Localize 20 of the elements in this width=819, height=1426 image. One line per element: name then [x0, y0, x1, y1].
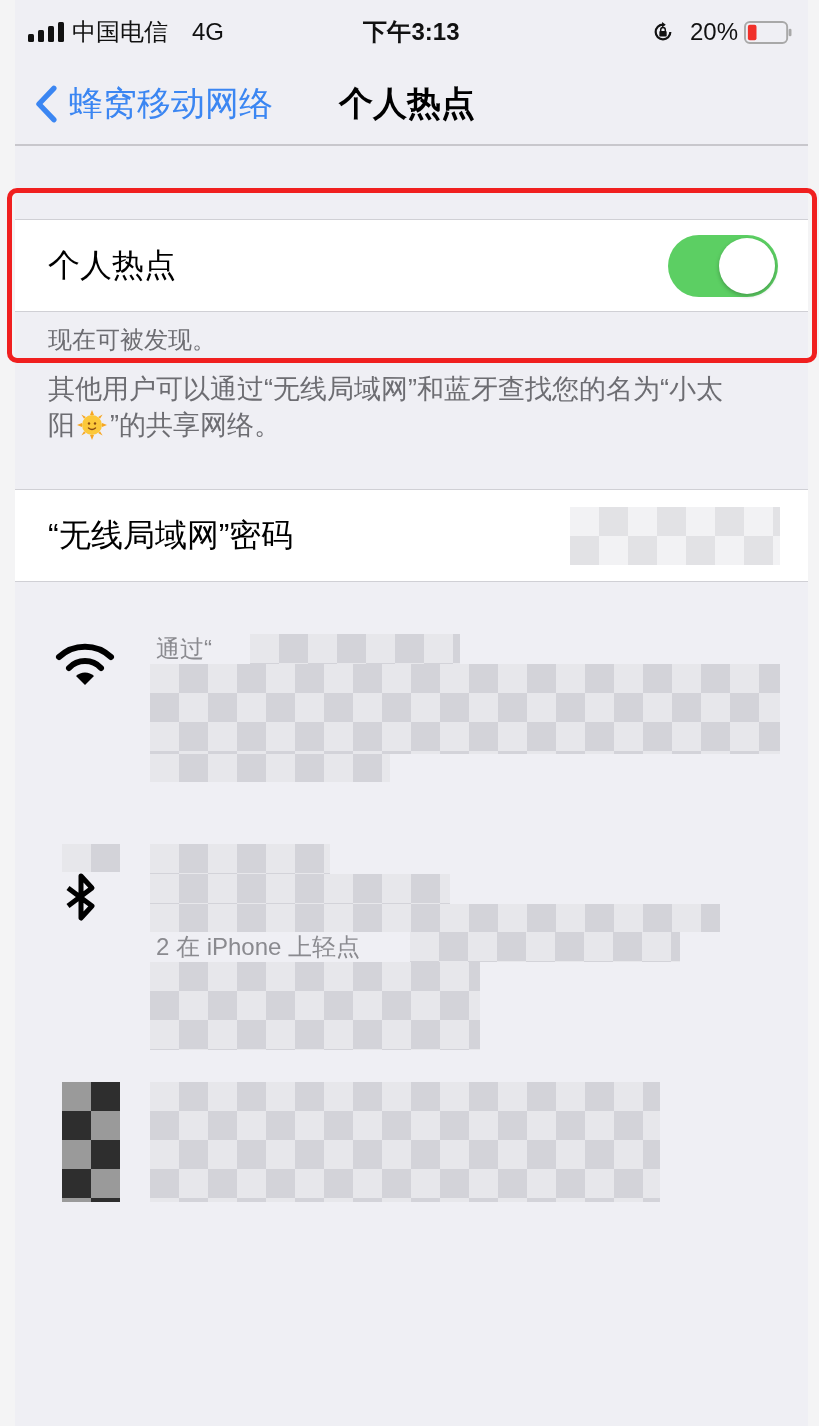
carrier-name: 中国电信 [72, 17, 168, 47]
instruction-text: 2 在 iPhone 上轻点 [155, 932, 361, 962]
status-note: 现在可被发现。 [47, 325, 217, 355]
pixelated-area [62, 844, 120, 872]
cell-label: “无线局域网”密码 [48, 515, 294, 555]
network-type: 4G [192, 18, 224, 46]
info-text: 阳 [48, 409, 75, 442]
battery-percent: 20% [689, 18, 738, 46]
back-button[interactable]: 蜂窝移动网络 [35, 81, 273, 127]
battery-icon [744, 20, 792, 44]
cell-label: 个人热点 [48, 245, 176, 285]
info-text: ”的共享网络。 [110, 409, 281, 442]
chevron-left-icon [35, 85, 57, 123]
instruction-text: 通过“ [155, 634, 212, 664]
toggle-switch[interactable] [668, 234, 778, 297]
signal-bars-icon [28, 22, 64, 42]
status-time: 下午3:13 [363, 17, 460, 47]
page-title: 个人热点 [339, 83, 475, 124]
sun-emoji-icon [77, 410, 107, 440]
info-text: 其他用户可以通过“无线局域网”和蓝牙查找您的名为“小太 [48, 373, 723, 406]
